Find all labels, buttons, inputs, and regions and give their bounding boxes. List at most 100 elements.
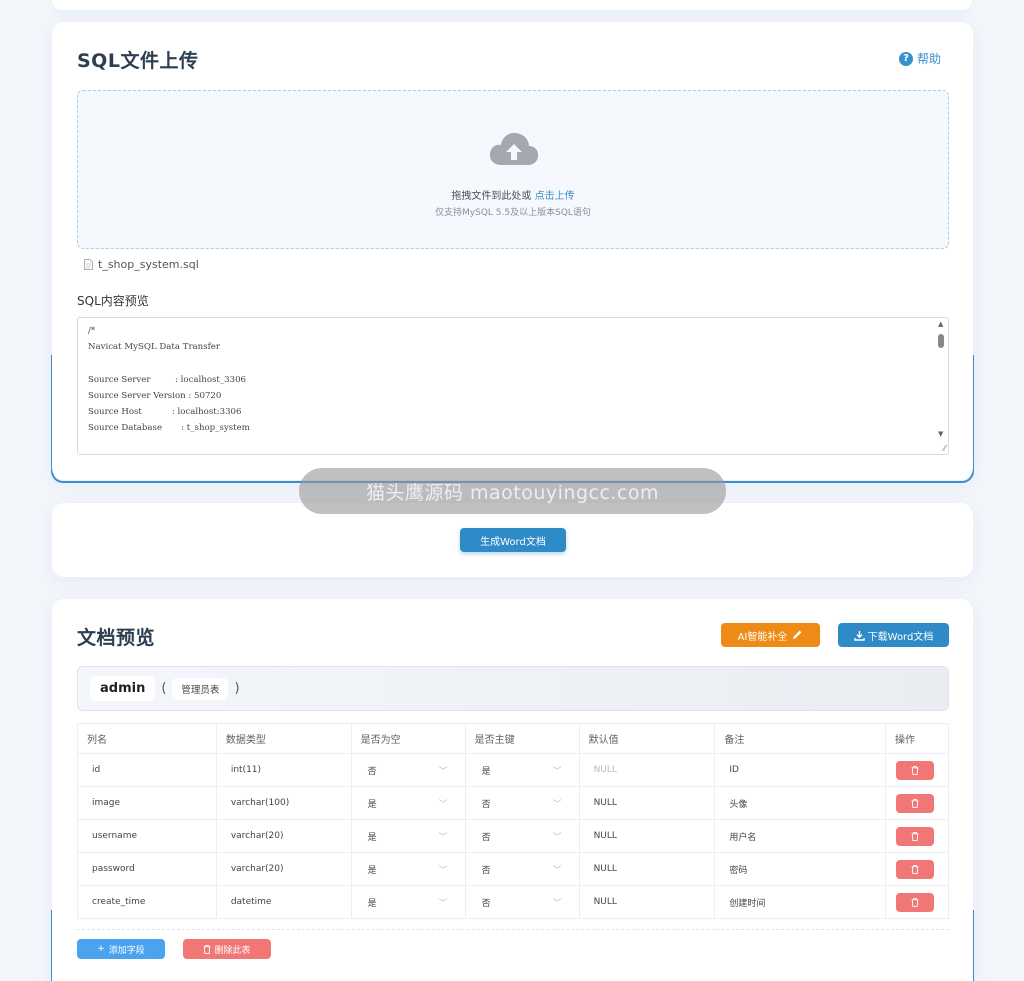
primary-key-value: 否 (481, 799, 491, 810)
field-name: password (92, 864, 135, 874)
field-name-cell[interactable]: image (77, 786, 217, 820)
chevron-down-icon: ﹀ (552, 865, 562, 876)
trash-icon (911, 864, 919, 874)
download-icon (853, 630, 865, 641)
file-dropzone[interactable]: 拖拽文件到此处或 点击上传 仅支持MySQL 5.5及以上版本SQL语句 (77, 90, 949, 249)
comment-cell[interactable]: 头像 (714, 786, 886, 820)
document-icon (84, 259, 93, 270)
default-value: NULL (593, 831, 617, 841)
default-value-cell[interactable]: NULL (578, 852, 716, 886)
sql-content-textarea[interactable]: /* Navicat MySQL Data Transfer Source Serv… (77, 317, 949, 455)
nullable-select[interactable]: 是 ﹀ (350, 786, 466, 820)
upload-title: SQL文件上传 (77, 50, 199, 72)
comment-cell[interactable]: ID (714, 753, 886, 787)
chevron-down-icon: ﹀ (552, 766, 562, 777)
field-comment: 头像 (729, 799, 748, 810)
action-cell (884, 753, 950, 787)
field-type-cell[interactable]: varchar(20) (215, 819, 352, 853)
dropzone-hint: 仅支持MySQL 5.5及以上版本SQL语句 (435, 208, 591, 218)
chevron-down-icon: ﹀ (438, 898, 448, 909)
click-upload-link[interactable]: 点击上传 (535, 191, 575, 202)
comment-cell[interactable]: 密码 (714, 852, 886, 886)
table-header-bar: admin ( 管理员表 ) (77, 666, 949, 711)
field-comment: 密码 (729, 865, 748, 876)
primary-key-select[interactable]: 否 ﹀ (464, 786, 580, 820)
delete-table-button[interactable]: 删除此表 (183, 939, 271, 959)
action-cell (884, 786, 950, 820)
field-type-cell[interactable]: datetime (215, 885, 352, 919)
scroll-up-arrow-icon[interactable]: ▲ (938, 320, 943, 328)
scrollbar[interactable]: ▲ ▼ (936, 320, 946, 442)
default-value-cell[interactable]: NULL (578, 885, 716, 919)
primary-key-value: 否 (481, 832, 491, 843)
ai-complete-label: AI智能补全 (737, 631, 788, 643)
field-type-cell[interactable]: varchar(100) (215, 786, 352, 820)
nullable-value: 是 (367, 898, 377, 909)
field-name-cell[interactable]: password (77, 852, 217, 886)
primary-key-select[interactable]: 否 ﹀ (464, 852, 580, 886)
sql-upload-card: SQL文件上传 ? 帮助 拖拽文件到此处或 点击上传 仅支持MySQL 5.5及… (52, 22, 973, 480)
default-value: NULL (593, 897, 617, 907)
sql-line (88, 358, 938, 374)
resize-handle-icon[interactable]: ⁄⁄ (943, 444, 946, 453)
delete-field-button[interactable] (895, 826, 934, 846)
table-row: create_time datetime 是 ﹀ 否 ﹀ NULL 创建时间 (77, 885, 950, 919)
file-name: t_shop_system.sql (98, 258, 199, 271)
field-name-cell[interactable]: create_time (77, 885, 217, 919)
preview-title: 文档预览 (77, 627, 156, 649)
field-type: int(11) (230, 765, 262, 775)
chevron-down-icon: ﹀ (552, 832, 562, 843)
default-value-cell[interactable]: NULL (578, 786, 716, 820)
column-header: 是否主键 (464, 723, 580, 754)
action-cell (884, 852, 950, 886)
chevron-down-icon: ﹀ (438, 865, 448, 876)
sql-line: /* (88, 326, 96, 336)
field-type-cell[interactable]: int(11) (215, 753, 352, 787)
uploaded-file-item[interactable]: t_shop_system.sql (84, 258, 199, 271)
delete-field-button[interactable] (895, 892, 934, 912)
field-type-cell[interactable]: varchar(20) (215, 852, 352, 886)
default-value-cell[interactable]: NULL (578, 753, 716, 787)
scrollbar-thumb[interactable] (938, 334, 944, 348)
table-row: id int(11) 否 ﹀ 是 ﹀ NULL ID (77, 753, 950, 787)
primary-key-select[interactable]: 否 ﹀ (464, 819, 580, 853)
paren-close: ) (234, 681, 240, 696)
field-comment: ID (729, 765, 739, 775)
column-header: 操作 (884, 723, 950, 754)
add-field-button[interactable]: + 添加字段 (77, 939, 165, 959)
download-word-button[interactable]: 下载Word文档 (838, 623, 949, 647)
table-comment[interactable]: 管理员表 (172, 677, 229, 700)
primary-key-select[interactable]: 是 ﹀ (464, 753, 580, 787)
question-icon: ? (898, 51, 913, 66)
primary-key-select[interactable]: 否 ﹀ (464, 885, 580, 919)
nullable-select[interactable]: 是 ﹀ (350, 885, 466, 919)
help-link[interactable]: ? 帮助 (898, 50, 941, 67)
field-type: varchar(20) (230, 864, 284, 874)
sql-line: Source Host : localhost:3306 (88, 406, 242, 417)
generate-word-button[interactable]: 生成Word文档 (460, 528, 566, 552)
delete-field-button[interactable] (895, 760, 934, 780)
nullable-value: 是 (367, 832, 377, 843)
nullable-select[interactable]: 否 ﹀ (350, 753, 466, 787)
field-name: create_time (92, 897, 146, 907)
delete-field-button[interactable] (895, 859, 934, 879)
ai-complete-button[interactable]: AI智能补全 (721, 623, 820, 647)
plus-icon: + (97, 944, 105, 954)
nullable-select[interactable]: 是 ﹀ (350, 852, 466, 886)
nullable-select[interactable]: 是 ﹀ (350, 819, 466, 853)
table-name[interactable]: admin (90, 676, 156, 701)
field-name-cell[interactable]: id (77, 753, 217, 787)
action-cell (884, 819, 950, 853)
default-value-cell[interactable]: NULL (578, 819, 716, 853)
sql-preview-label: SQL内容预览 (77, 294, 149, 308)
field-name-cell[interactable]: username (77, 819, 217, 853)
add-field-label: 添加字段 (108, 945, 145, 956)
dropzone-text: 拖拽文件到此处或 点击上传 (78, 187, 948, 202)
delete-field-button[interactable] (895, 793, 934, 813)
comment-cell[interactable]: 创建时间 (714, 885, 886, 919)
default-value: NULL (593, 765, 617, 775)
default-value: NULL (593, 864, 617, 874)
field-type: datetime (230, 897, 272, 907)
comment-cell[interactable]: 用户名 (714, 819, 886, 853)
scroll-down-arrow-icon[interactable]: ▼ (938, 430, 943, 438)
